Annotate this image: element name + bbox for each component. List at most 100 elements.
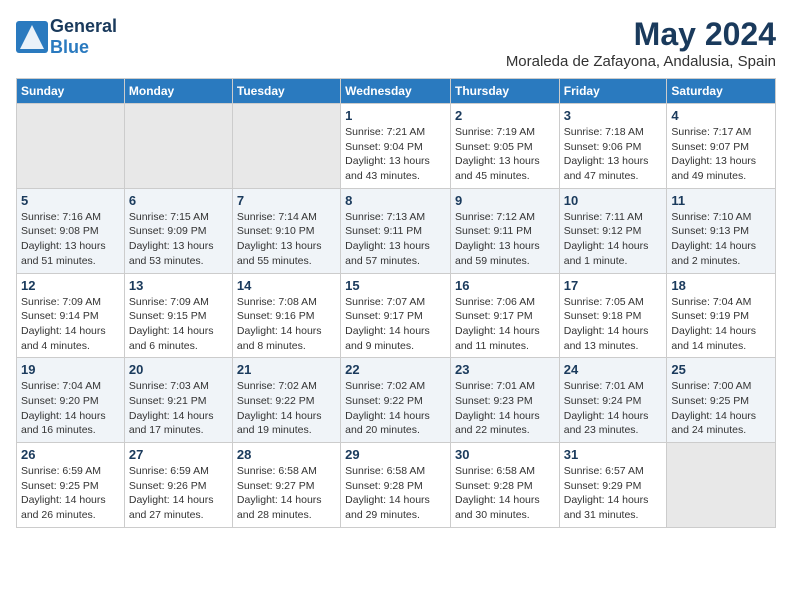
day-number: 28 (237, 447, 336, 462)
day-info: Sunrise: 7:07 AM Sunset: 9:17 PM Dayligh… (345, 295, 446, 354)
day-number: 24 (564, 362, 663, 377)
calendar-cell: 20 Sunrise: 7:03 AM Sunset: 9:21 PM Dayli… (124, 358, 232, 443)
weekday-header-wednesday: Wednesday (341, 79, 451, 104)
logo-general: General (50, 16, 117, 36)
day-number: 31 (564, 447, 663, 462)
day-number: 6 (129, 193, 228, 208)
calendar-week-row: 19 Sunrise: 7:04 AM Sunset: 9:20 PM Dayli… (17, 358, 776, 443)
weekday-header-saturday: Saturday (667, 79, 776, 104)
day-info: Sunrise: 7:19 AM Sunset: 9:05 PM Dayligh… (455, 125, 555, 184)
calendar-cell: 31Sunrise: 6:57 AM Sunset: 9:29 PM Dayli… (559, 443, 667, 528)
weekday-header-sunday: Sunday (17, 79, 125, 104)
calendar-cell: 12Sunrise: 7:09 AM Sunset: 9:14 PM Dayli… (17, 273, 125, 358)
day-number: 16 (455, 278, 555, 293)
calendar-cell: 9Sunrise: 7:12 AM Sunset: 9:11 PM Daylig… (450, 188, 559, 273)
day-number: 4 (671, 108, 771, 123)
calendar-cell: 30 Sunrise: 6:58 AM Sunset: 9:28 PM Dayli… (450, 443, 559, 528)
day-info: Sunrise: 7:08 AM Sunset: 9:16 PM Dayligh… (237, 295, 336, 354)
calendar-cell: 26Sunrise: 6:59 AM Sunset: 9:25 PM Dayli… (17, 443, 125, 528)
day-info: Sunrise: 7:05 AM Sunset: 9:18 PM Dayligh… (564, 295, 663, 354)
day-info: Sunrise: 6:58 AM Sunset: 9:27 PM Dayligh… (237, 464, 336, 523)
calendar-cell: 1 Sunrise: 7:21 AM Sunset: 9:04 PM Daylig… (341, 104, 451, 189)
day-info: Sunrise: 7:03 AM Sunset: 9:21 PM Dayligh… (129, 379, 228, 438)
calendar-cell: 17 Sunrise: 7:05 AM Sunset: 9:18 PM Dayli… (559, 273, 667, 358)
day-number: 29 (345, 447, 446, 462)
calendar-cell: 19 Sunrise: 7:04 AM Sunset: 9:20 PM Dayli… (17, 358, 125, 443)
calendar-cell: 3Sunrise: 7:18 AM Sunset: 9:06 PM Daylig… (559, 104, 667, 189)
calendar-cell (17, 104, 125, 189)
calendar-table: SundayMondayTuesdayWednesdayThursdayFrid… (16, 78, 776, 528)
day-number: 3 (564, 108, 663, 123)
day-info: Sunrise: 6:59 AM Sunset: 9:26 PM Dayligh… (129, 464, 228, 523)
day-info: Sunrise: 7:09 AM Sunset: 9:15 PM Dayligh… (129, 295, 228, 354)
calendar-week-row: 5Sunrise: 7:16 AM Sunset: 9:08 PM Daylig… (17, 188, 776, 273)
calendar-cell: 11 Sunrise: 7:10 AM Sunset: 9:13 PM Dayli… (667, 188, 776, 273)
day-number: 15 (345, 278, 446, 293)
day-info: Sunrise: 7:13 AM Sunset: 9:11 PM Dayligh… (345, 210, 446, 269)
day-number: 14 (237, 278, 336, 293)
day-number: 7 (237, 193, 336, 208)
day-info: Sunrise: 7:10 AM Sunset: 9:13 PM Dayligh… (671, 210, 771, 269)
calendar-cell: 14 Sunrise: 7:08 AM Sunset: 9:16 PM Dayli… (232, 273, 340, 358)
day-number: 23 (455, 362, 555, 377)
calendar-cell: 15 Sunrise: 7:07 AM Sunset: 9:17 PM Dayli… (341, 273, 451, 358)
day-info: Sunrise: 7:17 AM Sunset: 9:07 PM Dayligh… (671, 125, 771, 184)
calendar-cell (124, 104, 232, 189)
day-number: 2 (455, 108, 555, 123)
day-number: 11 (671, 193, 771, 208)
calendar-cell (232, 104, 340, 189)
weekday-header-row: SundayMondayTuesdayWednesdayThursdayFrid… (17, 79, 776, 104)
weekday-header-monday: Monday (124, 79, 232, 104)
logo-icon (16, 21, 48, 53)
calendar-cell: 6 Sunrise: 7:15 AM Sunset: 9:09 PM Daylig… (124, 188, 232, 273)
calendar-cell: 27 Sunrise: 6:59 AM Sunset: 9:26 PM Dayli… (124, 443, 232, 528)
day-number: 17 (564, 278, 663, 293)
calendar-cell: 4 Sunrise: 7:17 AM Sunset: 9:07 PM Daylig… (667, 104, 776, 189)
calendar-cell: 25 Sunrise: 7:00 AM Sunset: 9:25 PM Dayli… (667, 358, 776, 443)
calendar-cell: 18Sunrise: 7:04 AM Sunset: 9:19 PM Dayli… (667, 273, 776, 358)
weekday-header-thursday: Thursday (450, 79, 559, 104)
day-number: 26 (21, 447, 120, 462)
logo: General Blue (16, 16, 117, 58)
calendar-cell: 8 Sunrise: 7:13 AM Sunset: 9:11 PM Daylig… (341, 188, 451, 273)
calendar-cell (667, 443, 776, 528)
day-info: Sunrise: 7:00 AM Sunset: 9:25 PM Dayligh… (671, 379, 771, 438)
calendar-cell: 21Sunrise: 7:02 AM Sunset: 9:22 PM Dayli… (232, 358, 340, 443)
calendar-cell: 7 Sunrise: 7:14 AM Sunset: 9:10 PM Daylig… (232, 188, 340, 273)
day-number: 27 (129, 447, 228, 462)
main-title: May 2024 (506, 16, 776, 53)
day-number: 8 (345, 193, 446, 208)
day-number: 9 (455, 193, 555, 208)
day-number: 13 (129, 278, 228, 293)
day-number: 25 (671, 362, 771, 377)
day-info: Sunrise: 6:58 AM Sunset: 9:28 PM Dayligh… (455, 464, 555, 523)
day-info: Sunrise: 7:04 AM Sunset: 9:20 PM Dayligh… (21, 379, 120, 438)
day-info: Sunrise: 7:21 AM Sunset: 9:04 PM Dayligh… (345, 125, 446, 184)
calendar-cell: 24 Sunrise: 7:01 AM Sunset: 9:24 PM Dayli… (559, 358, 667, 443)
calendar-cell: 29Sunrise: 6:58 AM Sunset: 9:28 PM Dayli… (341, 443, 451, 528)
day-info: Sunrise: 7:15 AM Sunset: 9:09 PM Dayligh… (129, 210, 228, 269)
day-info: Sunrise: 7:09 AM Sunset: 9:14 PM Dayligh… (21, 295, 120, 354)
day-number: 30 (455, 447, 555, 462)
day-number: 20 (129, 362, 228, 377)
calendar-cell: 22 Sunrise: 7:02 AM Sunset: 9:22 PM Dayli… (341, 358, 451, 443)
calendar-cell: 16Sunrise: 7:06 AM Sunset: 9:17 PM Dayli… (450, 273, 559, 358)
day-number: 21 (237, 362, 336, 377)
day-number: 10 (564, 193, 663, 208)
logo-blue: Blue (50, 37, 89, 57)
day-info: Sunrise: 7:02 AM Sunset: 9:22 PM Dayligh… (345, 379, 446, 438)
calendar-cell: 13 Sunrise: 7:09 AM Sunset: 9:15 PM Dayli… (124, 273, 232, 358)
calendar-cell: 5Sunrise: 7:16 AM Sunset: 9:08 PM Daylig… (17, 188, 125, 273)
calendar-week-row: 26Sunrise: 6:59 AM Sunset: 9:25 PM Dayli… (17, 443, 776, 528)
weekday-header-tuesday: Tuesday (232, 79, 340, 104)
day-number: 22 (345, 362, 446, 377)
day-info: Sunrise: 7:14 AM Sunset: 9:10 PM Dayligh… (237, 210, 336, 269)
calendar-cell: 28 Sunrise: 6:58 AM Sunset: 9:27 PM Dayli… (232, 443, 340, 528)
day-info: Sunrise: 7:04 AM Sunset: 9:19 PM Dayligh… (671, 295, 771, 354)
calendar-week-row: 12Sunrise: 7:09 AM Sunset: 9:14 PM Dayli… (17, 273, 776, 358)
day-number: 5 (21, 193, 120, 208)
day-number: 1 (345, 108, 446, 123)
day-info: Sunrise: 7:01 AM Sunset: 9:24 PM Dayligh… (564, 379, 663, 438)
calendar-week-row: 1 Sunrise: 7:21 AM Sunset: 9:04 PM Daylig… (17, 104, 776, 189)
day-number: 19 (21, 362, 120, 377)
